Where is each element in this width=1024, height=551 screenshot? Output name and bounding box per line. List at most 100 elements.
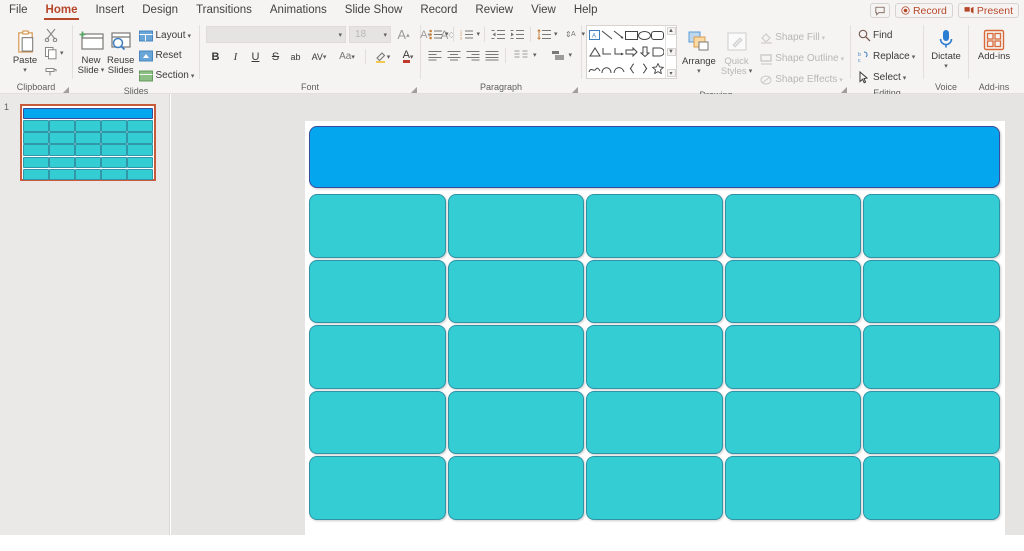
grid-cell-shape[interactable] [586, 194, 723, 258]
align-right-button[interactable] [464, 46, 482, 64]
text-highlight-button[interactable]: ▾ [370, 47, 394, 66]
tab-transitions[interactable]: Transitions [187, 0, 261, 21]
arrange-button[interactable]: Arrange ▾ [682, 25, 716, 77]
shape-line-arrow-icon[interactable] [613, 27, 625, 44]
tab-slide-show[interactable]: Slide Show [336, 0, 412, 21]
shape-scribble-icon[interactable] [588, 60, 601, 77]
grid-cell-shape[interactable] [586, 259, 723, 323]
font-size-caret-icon[interactable]: ▾ [383, 31, 387, 39]
grid-cell-shape[interactable] [447, 325, 585, 389]
section-caret-icon[interactable]: ▾ [191, 72, 195, 80]
grid-cell-shape[interactable] [447, 194, 585, 258]
drawing-dialog-launcher[interactable]: ◢ [841, 85, 847, 94]
slide-surface[interactable] [305, 121, 1005, 551]
shape-textbox-icon[interactable]: A [588, 27, 601, 44]
dictate-button[interactable]: Dictate ▾ [928, 26, 964, 72]
text-shadow-button[interactable]: ab [286, 47, 305, 66]
clipboard-dialog-launcher[interactable]: ◢ [63, 85, 69, 94]
shapes-expand-icon[interactable]: ▾ [666, 69, 676, 77]
grid-cell-shape[interactable] [447, 456, 585, 520]
align-center-button[interactable] [445, 46, 463, 64]
shape-down-arrow-icon[interactable] [638, 44, 651, 61]
shape-star-icon[interactable] [651, 60, 664, 77]
grid-cell-shape[interactable] [863, 194, 1000, 258]
numbering-button[interactable]: 1 2 3 [458, 25, 476, 43]
section-button[interactable]: Section ▾ [136, 66, 197, 85]
shape-rounded-rectangle-icon[interactable] [651, 27, 664, 44]
grid-cell-shape[interactable] [309, 259, 446, 323]
shape-elbow-arrow-icon[interactable] [613, 44, 625, 61]
shape-fill-caret-icon[interactable]: ▾ [822, 34, 826, 42]
grid-cell-shape[interactable] [309, 325, 446, 389]
smartart-caret-icon[interactable]: ▾ [569, 51, 573, 59]
layout-caret-icon[interactable]: ▾ [188, 32, 192, 40]
grid-cell-shape[interactable] [724, 259, 862, 323]
grid-cell-shape[interactable] [309, 390, 446, 454]
text-direction-button[interactable]: ⇕ A [563, 25, 581, 43]
font-name-caret-icon[interactable]: ▾ [338, 31, 342, 39]
shape-outline-caret-icon[interactable]: ▾ [841, 55, 845, 63]
line-spacing-caret-icon[interactable]: ▾ [554, 30, 558, 38]
addins-button[interactable]: Add-ins [973, 26, 1015, 62]
find-button[interactable]: Find [855, 26, 895, 45]
convert-to-smartart-button[interactable] [550, 46, 568, 64]
shape-outline-button[interactable]: Shape Outline ▾ [757, 49, 847, 68]
grid-cell-shape[interactable] [586, 325, 723, 389]
columns-button[interactable] [510, 46, 532, 64]
grid-cell-shape[interactable] [863, 325, 1000, 389]
paste-caret-icon[interactable]: ▾ [23, 66, 27, 76]
tab-insert[interactable]: Insert [86, 0, 133, 21]
format-painter-button[interactable] [44, 63, 64, 79]
shapes-gallery-scrollbar[interactable]: ▲ ▼ ▾ [665, 26, 676, 78]
shape-fill-button[interactable]: Shape Fill ▾ [757, 28, 847, 47]
select-caret-icon[interactable]: ▾ [903, 74, 907, 82]
grid-cell-shape[interactable] [724, 456, 862, 520]
new-slide-button[interactable]: New Slide ▾ [77, 24, 105, 76]
grid-cell-shape[interactable] [724, 325, 862, 389]
decrease-indent-button[interactable] [489, 25, 507, 43]
font-color-button[interactable]: A ▾ [395, 47, 421, 66]
change-case-button[interactable]: Aa ▾ [333, 47, 361, 66]
align-left-button[interactable] [426, 46, 444, 64]
strikethrough-button[interactable]: S [266, 47, 285, 66]
shapes-scroll-down-icon[interactable]: ▼ [666, 48, 676, 56]
numbering-caret-icon[interactable]: ▾ [477, 30, 481, 38]
copy-caret-icon[interactable]: ▾ [60, 49, 64, 57]
reset-button[interactable]: Reset [136, 46, 197, 65]
grid-cell-shape[interactable] [309, 456, 446, 520]
shape-left-brace-icon[interactable] [625, 60, 638, 77]
shape-line-icon[interactable] [601, 27, 613, 44]
character-spacing-caret-icon[interactable]: ▾ [323, 53, 327, 61]
select-button[interactable]: Select ▾ [855, 68, 909, 87]
reuse-slides-button[interactable]: Reuse Slides [107, 24, 134, 76]
shape-triangle-icon[interactable] [588, 44, 601, 61]
paragraph-dialog-launcher[interactable]: ◢ [572, 85, 578, 94]
tab-home[interactable]: Home [37, 0, 87, 21]
bullets-button[interactable] [426, 25, 444, 43]
shape-curve-icon[interactable] [601, 60, 613, 77]
new-slide-caret-icon[interactable]: ▾ [101, 66, 105, 76]
increase-font-size-button[interactable]: A ▴ [394, 25, 413, 44]
underline-button[interactable]: U [246, 47, 265, 66]
line-spacing-button[interactable] [535, 25, 553, 43]
shape-right-brace-icon[interactable] [638, 60, 651, 77]
grid-cell-shape[interactable] [447, 259, 585, 323]
title-banner-shape[interactable] [309, 126, 1000, 188]
quick-styles-button[interactable]: Quick Styles ▾ [721, 25, 752, 77]
shape-oval-icon[interactable] [638, 27, 651, 44]
arrange-caret-icon[interactable]: ▾ [697, 67, 701, 77]
font-color-caret-icon[interactable]: ▾ [410, 53, 414, 61]
present-button[interactable]: Present [957, 3, 1019, 18]
columns-caret-icon[interactable]: ▾ [533, 51, 537, 59]
paste-button[interactable]: Paste ▾ [6, 24, 44, 76]
font-size-input[interactable]: 18 ▾ [349, 26, 391, 43]
record-button[interactable]: Record [894, 3, 953, 18]
grid-cell-shape[interactable] [447, 390, 585, 454]
bold-button[interactable]: B [206, 47, 225, 66]
change-case-caret-icon[interactable]: ▾ [351, 53, 355, 61]
copy-button[interactable]: ▾ [44, 45, 64, 61]
font-name-input[interactable]: ▾ [206, 26, 346, 43]
dictate-caret-icon[interactable]: ▾ [944, 62, 948, 72]
quick-styles-caret-icon[interactable]: ▾ [749, 67, 753, 77]
cut-button[interactable] [44, 27, 64, 43]
